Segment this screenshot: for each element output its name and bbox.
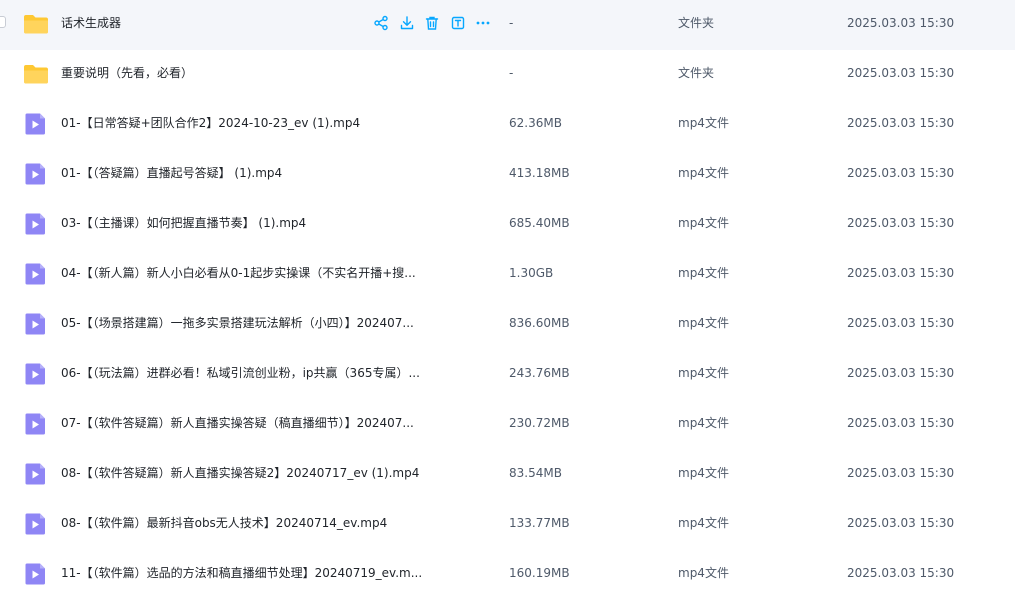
file-size: - (509, 66, 514, 80)
file-type: mp4文件 (678, 166, 729, 180)
file-row[interactable]: 04-【（新人篇）新人小白必看从0-1起步实操课（不实名开播+搜... 1.30G… (0, 250, 1015, 300)
file-row[interactable]: 话术生成器 - 文件夹 2025.03.03 15:30 (0, 0, 1015, 50)
file-size: 836.60MB (509, 316, 570, 330)
row-actions (373, 15, 501, 31)
file-modified-date: 2025.03.03 15:30 (847, 566, 955, 580)
folder-icon[interactable] (23, 62, 49, 86)
file-modified-date: 2025.03.03 15:30 (847, 416, 955, 430)
file-row[interactable]: 07-【（软件答疑篇）新人直播实操答疑（稿直播细节）】202407... 230.… (0, 400, 1015, 450)
file-type: mp4文件 (678, 466, 729, 480)
video-file-icon[interactable] (23, 562, 49, 586)
file-modified-date: 2025.03.03 15:30 (847, 466, 955, 480)
file-type: 文件夹 (678, 66, 715, 80)
delete-button[interactable] (424, 15, 440, 31)
video-file-icon[interactable] (23, 312, 49, 336)
file-modified-date: 2025.03.03 15:30 (847, 116, 955, 130)
file-size: 230.72MB (509, 416, 570, 430)
file-type: mp4文件 (678, 566, 729, 580)
video-file-icon[interactable] (23, 112, 49, 136)
file-row[interactable]: 01-【日常答疑+团队合作2】2024-10-23_ev (1).mp4 62.3… (0, 100, 1015, 150)
share-icon (373, 15, 389, 31)
file-type: mp4文件 (678, 116, 729, 130)
file-size: 62.36MB (509, 116, 562, 130)
file-modified-date: 2025.03.03 15:30 (847, 516, 955, 530)
file-name[interactable]: 01-【（答疑篇）直播起号答疑】 (1).mp4 (61, 165, 431, 181)
file-type: mp4文件 (678, 316, 729, 330)
video-file-icon[interactable] (23, 412, 49, 436)
file-row[interactable]: 重要说明（先看，必看） - 文件夹 2025.03.03 15:30 (0, 50, 1015, 100)
file-row[interactable]: 05-【（场景搭建篇）一拖多实景搭建玩法解析（小四）】202407... 836.… (0, 300, 1015, 350)
file-name[interactable]: 01-【日常答疑+团队合作2】2024-10-23_ev (1).mp4 (61, 115, 431, 131)
file-row[interactable]: 01-【（答疑篇）直播起号答疑】 (1).mp4 413.18MB mp4文件 202… (0, 150, 1015, 200)
video-file-icon[interactable] (23, 462, 49, 486)
download-button[interactable] (399, 15, 415, 31)
file-row[interactable]: 08-【（软件篇）最新抖音obs无人技术】20240714_ev.mp4 133.… (0, 500, 1015, 550)
file-name[interactable]: 05-【（场景搭建篇）一拖多实景搭建玩法解析（小四）】202407... (61, 315, 431, 331)
video-file-icon[interactable] (23, 512, 49, 536)
share-button[interactable] (373, 15, 389, 31)
file-modified-date: 2025.03.03 15:30 (847, 66, 955, 80)
file-size: 1.30GB (509, 266, 554, 280)
file-size: 243.76MB (509, 366, 570, 380)
file-size: 685.40MB (509, 216, 570, 230)
video-file-icon[interactable] (23, 262, 49, 286)
row-checkbox[interactable] (0, 16, 6, 28)
file-name[interactable]: 06-【（玩法篇）进群必看！私域引流创业粉，ip共赢（365专属）... (61, 365, 431, 381)
file-row[interactable]: 11-【（软件篇）选品的方法和稿直播细节处理】20240719_ev.m... 1… (0, 550, 1015, 598)
file-type: mp4文件 (678, 366, 729, 380)
video-file-icon[interactable] (23, 162, 49, 186)
file-row[interactable]: 08-【（软件答疑篇）新人直播实操答疑2】20240717_ev (1).mp4… (0, 450, 1015, 500)
delete-icon (424, 15, 440, 31)
file-name[interactable]: 08-【（软件篇）最新抖音obs无人技术】20240714_ev.mp4 (61, 515, 431, 531)
file-size: - (509, 16, 514, 30)
file-name[interactable]: 03-【（主播课）如何把握直播节奏】 (1).mp4 (61, 215, 431, 231)
file-modified-date: 2025.03.03 15:30 (847, 216, 955, 230)
video-file-icon[interactable] (23, 212, 49, 236)
file-type: 文件夹 (678, 16, 715, 30)
more-icon (475, 15, 491, 31)
file-type: mp4文件 (678, 516, 729, 530)
file-row[interactable]: 03-【（主播课）如何把握直播节奏】 (1).mp4 685.40MB mp4文件 2… (0, 200, 1015, 250)
file-name[interactable]: 11-【（软件篇）选品的方法和稿直播细节处理】20240719_ev.m... (61, 565, 431, 581)
file-size: 133.77MB (509, 516, 570, 530)
file-type: mp4文件 (678, 266, 729, 280)
rename-button[interactable] (450, 15, 466, 31)
file-size: 413.18MB (509, 166, 570, 180)
file-modified-date: 2025.03.03 15:30 (847, 366, 955, 380)
file-type: mp4文件 (678, 416, 729, 430)
video-file-icon[interactable] (23, 362, 49, 386)
file-modified-date: 2025.03.03 15:30 (847, 316, 955, 330)
file-modified-date: 2025.03.03 15:30 (847, 166, 955, 180)
file-size: 160.19MB (509, 566, 570, 580)
file-name[interactable]: 重要说明（先看，必看） (61, 65, 431, 81)
file-row[interactable]: 06-【（玩法篇）进群必看！私域引流创业粉，ip共赢（365专属）... 243.… (0, 350, 1015, 400)
download-icon (399, 15, 415, 31)
rename-icon (450, 15, 466, 31)
folder-icon[interactable] (23, 12, 49, 36)
file-modified-date: 2025.03.03 15:30 (847, 16, 955, 30)
file-size: 83.54MB (509, 466, 562, 480)
file-modified-date: 2025.03.03 15:30 (847, 266, 955, 280)
file-name[interactable]: 08-【（软件答疑篇）新人直播实操答疑2】20240717_ev (1).mp4 (61, 465, 431, 481)
file-list: 话术生成器 - 文件夹 2025.03.03 15:30 重要说明（先看，必看） - 文件夹… (0, 0, 1015, 598)
file-name[interactable]: 07-【（软件答疑篇）新人直播实操答疑（稿直播细节）】202407... (61, 415, 431, 431)
more-button[interactable] (475, 15, 491, 31)
file-type: mp4文件 (678, 216, 729, 230)
file-name[interactable]: 04-【（新人篇）新人小白必看从0-1起步实操课（不实名开播+搜... (61, 265, 431, 281)
